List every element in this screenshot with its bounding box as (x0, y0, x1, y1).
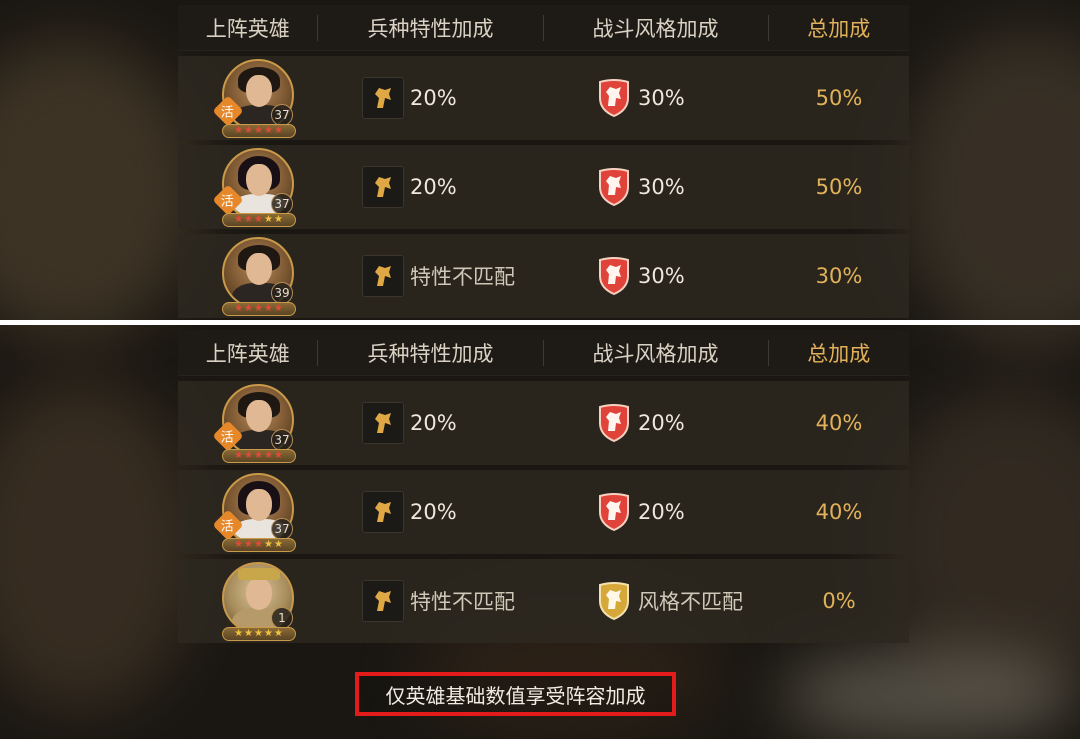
hero-level: 37 (271, 193, 293, 215)
hero-portrait[interactable]: 活 37 ★★★★★ (178, 145, 318, 229)
hero-level: 37 (271, 104, 293, 126)
total-bonus-value: 30% (815, 264, 863, 288)
trait-bonus-value: 特性不匹配 (410, 590, 515, 614)
header-hero: 上阵英雄 (205, 16, 290, 41)
total-bonus-value: 40% (815, 411, 863, 435)
header-style-bonus: 战斗风格加成 (592, 16, 719, 41)
hero-portrait[interactable]: 活 37 ★★★★★ (178, 470, 318, 554)
total-bonus-value: 0% (822, 589, 856, 613)
trait-bonus-value: 特性不匹配 (410, 265, 515, 289)
header-trait-bonus: 兵种特性加成 (367, 16, 494, 41)
header-trait-bonus: 兵种特性加成 (367, 341, 494, 366)
hero-portrait[interactable]: 活 37 ★★★★★ (178, 56, 318, 140)
lineup-bonus-panel-bottom: 上阵英雄 兵种特性加成 战斗风格加成 总加成 活 37 ★★★★★ 20% 20… (178, 330, 909, 643)
hero-level: 37 (271, 518, 293, 540)
trait-bonus-value: 20% (410, 500, 457, 524)
star-rating: ★★★★★ (222, 627, 296, 641)
total-bonus-value: 50% (815, 175, 863, 199)
hero-row: 活 37 ★★★★★ 20% 20% 40% (178, 470, 909, 554)
trait-bonus-value: 20% (410, 86, 457, 110)
cavalry-horse-icon (362, 166, 404, 208)
cavalry-horse-icon (362, 491, 404, 533)
table-header: 上阵英雄 兵种特性加成 战斗风格加成 总加成 (178, 330, 909, 376)
hero-row: 活 37 ★★★★★ 20% 30% 50% (178, 145, 909, 229)
style-bonus-value: 20% (638, 411, 685, 435)
header-style-bonus: 战斗风格加成 (592, 341, 719, 366)
hero-level: 1 (271, 607, 293, 629)
hero-row: 39 ★★★★★ 特性不匹配 30% 30% (178, 234, 909, 318)
hero-row: 活 37 ★★★★★ 20% 30% 50% (178, 56, 909, 140)
hero-row: 1 ★★★★★ 特性不匹配 风格不匹配 0% (178, 559, 909, 643)
cavalry-horse-icon (362, 580, 404, 622)
star-rating: ★★★★★ (222, 449, 296, 463)
hero-level: 39 (271, 282, 293, 304)
star-rating: ★★★★★ (222, 124, 296, 138)
style-bonus-value: 30% (638, 175, 685, 199)
header-total-bonus: 总加成 (807, 16, 871, 41)
trait-bonus-value: 20% (410, 175, 457, 199)
screenshot-divider (0, 320, 1080, 325)
gold-lion-shield-icon (596, 580, 632, 622)
total-bonus-value: 40% (815, 500, 863, 524)
trait-bonus-value: 20% (410, 411, 457, 435)
red-lion-shield-icon (596, 255, 632, 297)
cavalry-horse-icon (362, 402, 404, 444)
star-rating: ★★★★★ (222, 302, 296, 316)
star-rating: ★★★★★ (222, 213, 296, 227)
star-rating: ★★★★★ (222, 538, 296, 552)
red-lion-shield-icon (596, 77, 632, 119)
cavalry-horse-icon (362, 255, 404, 297)
highlighted-caption: 仅英雄基础数值享受阵容加成 (355, 672, 676, 716)
lineup-bonus-panel-top: 上阵英雄 兵种特性加成 战斗风格加成 总加成 活 37 ★★★★★ 20% 30… (178, 5, 909, 318)
cavalry-horse-icon (362, 77, 404, 119)
style-bonus-value: 风格不匹配 (638, 590, 743, 614)
header-total-bonus: 总加成 (807, 341, 871, 366)
red-lion-shield-icon (596, 491, 632, 533)
hero-row: 活 37 ★★★★★ 20% 20% 40% (178, 381, 909, 465)
red-lion-shield-icon (596, 166, 632, 208)
total-bonus-value: 50% (815, 86, 863, 110)
hero-portrait[interactable]: 1 ★★★★★ (178, 559, 318, 643)
style-bonus-value: 30% (638, 264, 685, 288)
hero-level: 37 (271, 429, 293, 451)
style-bonus-value: 30% (638, 86, 685, 110)
hero-portrait[interactable]: 39 ★★★★★ (178, 234, 318, 318)
table-header: 上阵英雄 兵种特性加成 战斗风格加成 总加成 (178, 5, 909, 51)
header-hero: 上阵英雄 (205, 341, 290, 366)
style-bonus-value: 20% (638, 500, 685, 524)
hero-portrait[interactable]: 活 37 ★★★★★ (178, 381, 318, 465)
red-lion-shield-icon (596, 402, 632, 444)
